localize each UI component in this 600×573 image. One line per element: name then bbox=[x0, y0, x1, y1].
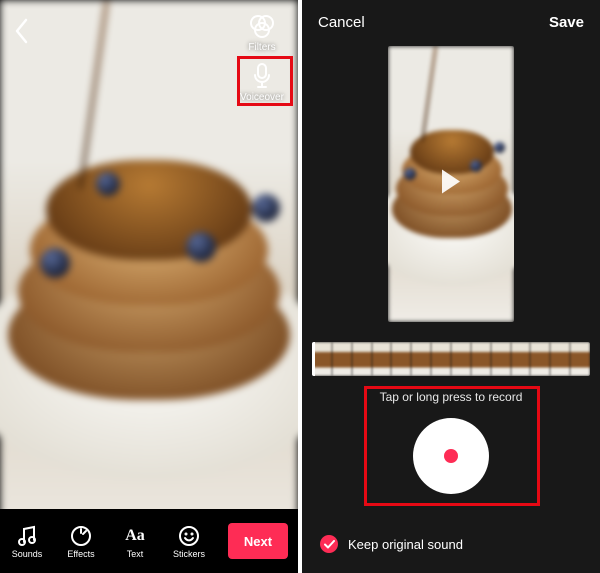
edit-screen: Filters Voiceover Sounds Effects Aa Text bbox=[0, 0, 298, 573]
text-label: Text bbox=[108, 549, 162, 559]
timeline-thumb bbox=[372, 342, 392, 376]
effects-icon bbox=[54, 523, 108, 549]
checkmark-icon bbox=[320, 535, 338, 553]
sounds-label: Sounds bbox=[0, 549, 54, 559]
voiceover-label: Voiceover bbox=[234, 92, 290, 103]
timeline-thumb bbox=[471, 342, 491, 376]
microphone-icon bbox=[234, 62, 290, 90]
filters-label: Filters bbox=[234, 42, 290, 53]
timeline-thumb bbox=[451, 342, 471, 376]
timeline-thumb bbox=[570, 342, 590, 376]
bottom-toolbar: Sounds Effects Aa Text Stickers Next bbox=[0, 509, 298, 573]
stickers-button[interactable]: Stickers bbox=[162, 523, 216, 559]
header: Cancel Save bbox=[302, 0, 600, 46]
sounds-button[interactable]: Sounds bbox=[0, 523, 54, 559]
chevron-left-icon bbox=[14, 18, 30, 44]
timeline-thumb bbox=[332, 342, 352, 376]
filters-button[interactable]: Filters bbox=[234, 12, 290, 53]
text-button[interactable]: Aa Text bbox=[108, 523, 162, 559]
record-area: Tap or long press to record bbox=[302, 390, 600, 494]
timeline-thumb bbox=[411, 342, 431, 376]
timeline-strip[interactable] bbox=[312, 342, 590, 376]
next-button[interactable]: Next bbox=[228, 523, 288, 559]
timeline-thumb bbox=[530, 342, 550, 376]
cancel-button[interactable]: Cancel bbox=[318, 14, 365, 31]
effects-label: Effects bbox=[54, 549, 108, 559]
timeline-thumb bbox=[431, 342, 451, 376]
stickers-label: Stickers bbox=[162, 549, 216, 559]
timeline-thumb bbox=[491, 342, 511, 376]
stickers-icon bbox=[162, 523, 216, 549]
timeline-thumb bbox=[511, 342, 531, 376]
timeline-playhead[interactable] bbox=[312, 342, 315, 376]
keep-original-sound-toggle[interactable]: Keep original sound bbox=[320, 535, 463, 553]
record-dot-icon bbox=[444, 449, 458, 463]
play-icon bbox=[440, 169, 462, 200]
timeline-thumb bbox=[352, 342, 372, 376]
save-button[interactable]: Save bbox=[549, 14, 584, 31]
filters-icon bbox=[234, 12, 290, 40]
back-button[interactable] bbox=[14, 18, 30, 49]
top-bar: Filters Voiceover bbox=[0, 0, 298, 130]
video-preview-small[interactable] bbox=[388, 46, 514, 322]
timeline-thumb bbox=[550, 342, 570, 376]
text-icon: Aa bbox=[108, 523, 162, 549]
keep-original-sound-label: Keep original sound bbox=[348, 537, 463, 552]
voiceover-button[interactable]: Voiceover bbox=[234, 62, 290, 103]
voiceover-screen: Cancel Save bbox=[302, 0, 600, 573]
timeline-thumb bbox=[391, 342, 411, 376]
record-hint: Tap or long press to record bbox=[302, 390, 600, 404]
record-button[interactable] bbox=[413, 418, 489, 494]
effects-button[interactable]: Effects bbox=[54, 523, 108, 559]
music-note-icon bbox=[0, 523, 54, 549]
